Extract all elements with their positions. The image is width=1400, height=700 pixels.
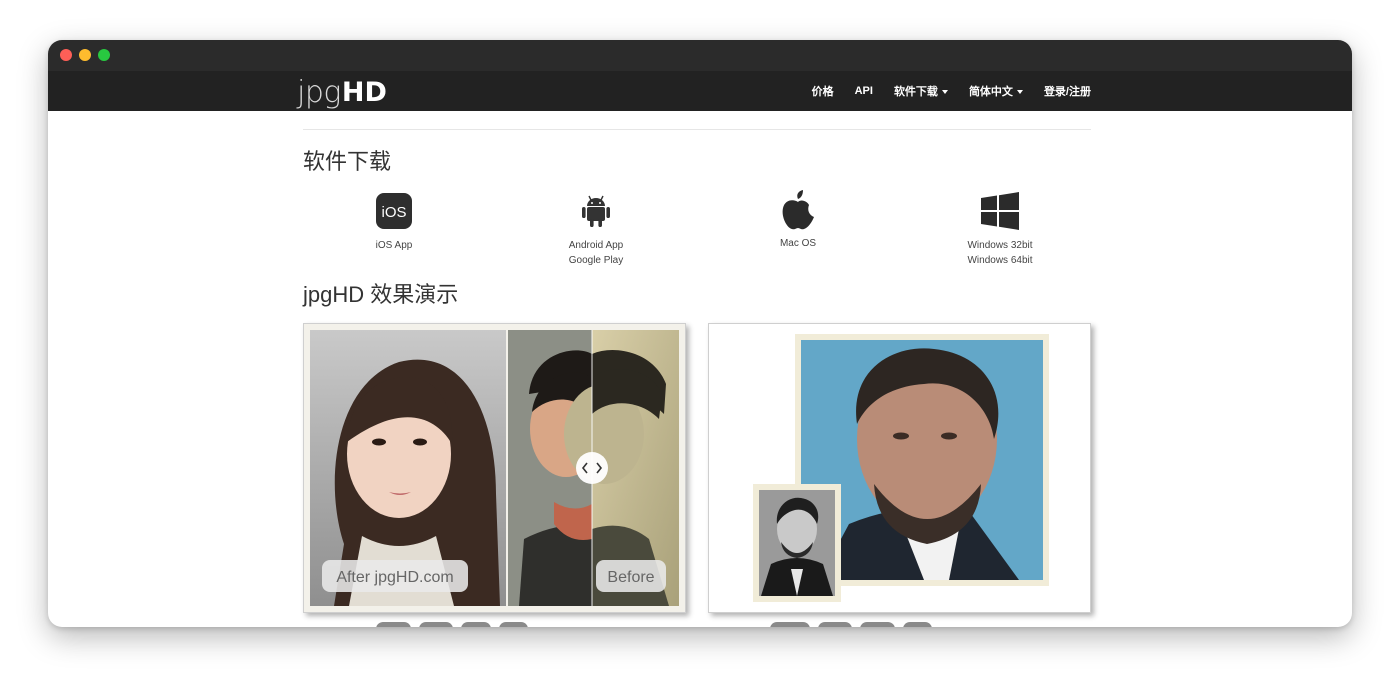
browser-window: jpg HD 价格 API 软件下载 简体中文 登录/注册 软件下载 iOS iO… bbox=[48, 40, 1352, 627]
apple-icon bbox=[782, 190, 814, 230]
tag[interactable] bbox=[376, 622, 411, 627]
nav-item-label: 软件下载 bbox=[893, 86, 938, 98]
nav-item-language-dropdown[interactable]: 简体中文 bbox=[969, 83, 1023, 99]
tag[interactable] bbox=[860, 622, 895, 627]
download-label-line: iOS App bbox=[375, 240, 413, 251]
windows-icon bbox=[981, 192, 1019, 230]
download-ios-label: iOS App bbox=[334, 238, 454, 253]
demo-comparison-card[interactable]: After jpgHD.com Before bbox=[303, 323, 686, 613]
nav-item-label: 价格 bbox=[811, 86, 834, 98]
maximize-window-button[interactable] bbox=[98, 49, 110, 61]
nav-links: 价格 API 软件下载 简体中文 登录/注册 bbox=[791, 71, 1091, 111]
caret-down-icon bbox=[941, 90, 948, 95]
download-windows-label: Windows 32bit Windows 64bit bbox=[940, 238, 1060, 268]
downloads-heading: 软件下载 bbox=[303, 149, 392, 174]
download-label-line: Android App bbox=[568, 240, 624, 251]
download-label-line: Windows 64bit bbox=[967, 255, 1033, 266]
nav-item-label: API bbox=[854, 85, 873, 97]
tag[interactable] bbox=[498, 622, 529, 627]
download-label-line: Google Play bbox=[568, 255, 624, 266]
comparison-slider-handle bbox=[576, 452, 608, 484]
before-label: Before bbox=[607, 569, 654, 586]
nav-item-pricing[interactable]: 价格 bbox=[812, 83, 834, 99]
download-mac-label: Mac OS bbox=[738, 236, 858, 251]
colorize-image bbox=[709, 324, 1090, 612]
divider bbox=[303, 129, 1091, 130]
download-ios[interactable]: iOS iOS App bbox=[334, 192, 454, 253]
caret-down-icon bbox=[1016, 90, 1023, 95]
nav-item-download-dropdown[interactable]: 软件下载 bbox=[894, 83, 948, 99]
after-label: After jpgHD.com bbox=[336, 569, 453, 586]
download-label-line: Windows 32bit bbox=[967, 240, 1033, 251]
download-label-line: Mac OS bbox=[779, 238, 817, 249]
tag[interactable] bbox=[770, 622, 810, 627]
site-logo[interactable]: jpg HD bbox=[297, 74, 387, 108]
tag[interactable] bbox=[418, 622, 454, 627]
nav-item-api[interactable]: API bbox=[855, 85, 873, 97]
tag[interactable] bbox=[461, 622, 491, 627]
nav-item-login-register[interactable]: 登录/注册 bbox=[1044, 83, 1091, 99]
window-titlebar bbox=[48, 40, 1352, 71]
logo-text-light: jpg bbox=[297, 75, 341, 110]
close-window-button[interactable] bbox=[60, 49, 72, 61]
download-mac[interactable]: Mac OS bbox=[738, 189, 858, 251]
android-icon bbox=[582, 195, 610, 227]
card2-tag-row bbox=[770, 622, 933, 627]
download-windows[interactable]: Windows 32bit Windows 64bit bbox=[940, 192, 1060, 268]
nav-item-label: 简体中文 bbox=[968, 86, 1013, 98]
download-android-label: Android App Google Play bbox=[536, 238, 656, 268]
logo-text-bold: HD bbox=[341, 77, 387, 108]
nav-item-label: 登录/注册 bbox=[1043, 86, 1091, 98]
tag[interactable] bbox=[817, 622, 853, 627]
ios-icon-glyph: iOS bbox=[381, 204, 406, 221]
navbar: jpg HD 价格 API 软件下载 简体中文 登录/注册 bbox=[48, 71, 1352, 111]
card1-tag-row bbox=[376, 622, 529, 627]
demo-heading: jpgHD 效果演示 bbox=[303, 282, 459, 307]
ios-icon: iOS bbox=[376, 193, 412, 229]
minimize-window-button[interactable] bbox=[79, 49, 91, 61]
download-android[interactable]: Android App Google Play bbox=[536, 192, 656, 268]
comparison-image: After jpgHD.com Before bbox=[304, 324, 685, 612]
tag[interactable] bbox=[902, 622, 933, 627]
demo-colorize-card[interactable] bbox=[708, 323, 1091, 613]
